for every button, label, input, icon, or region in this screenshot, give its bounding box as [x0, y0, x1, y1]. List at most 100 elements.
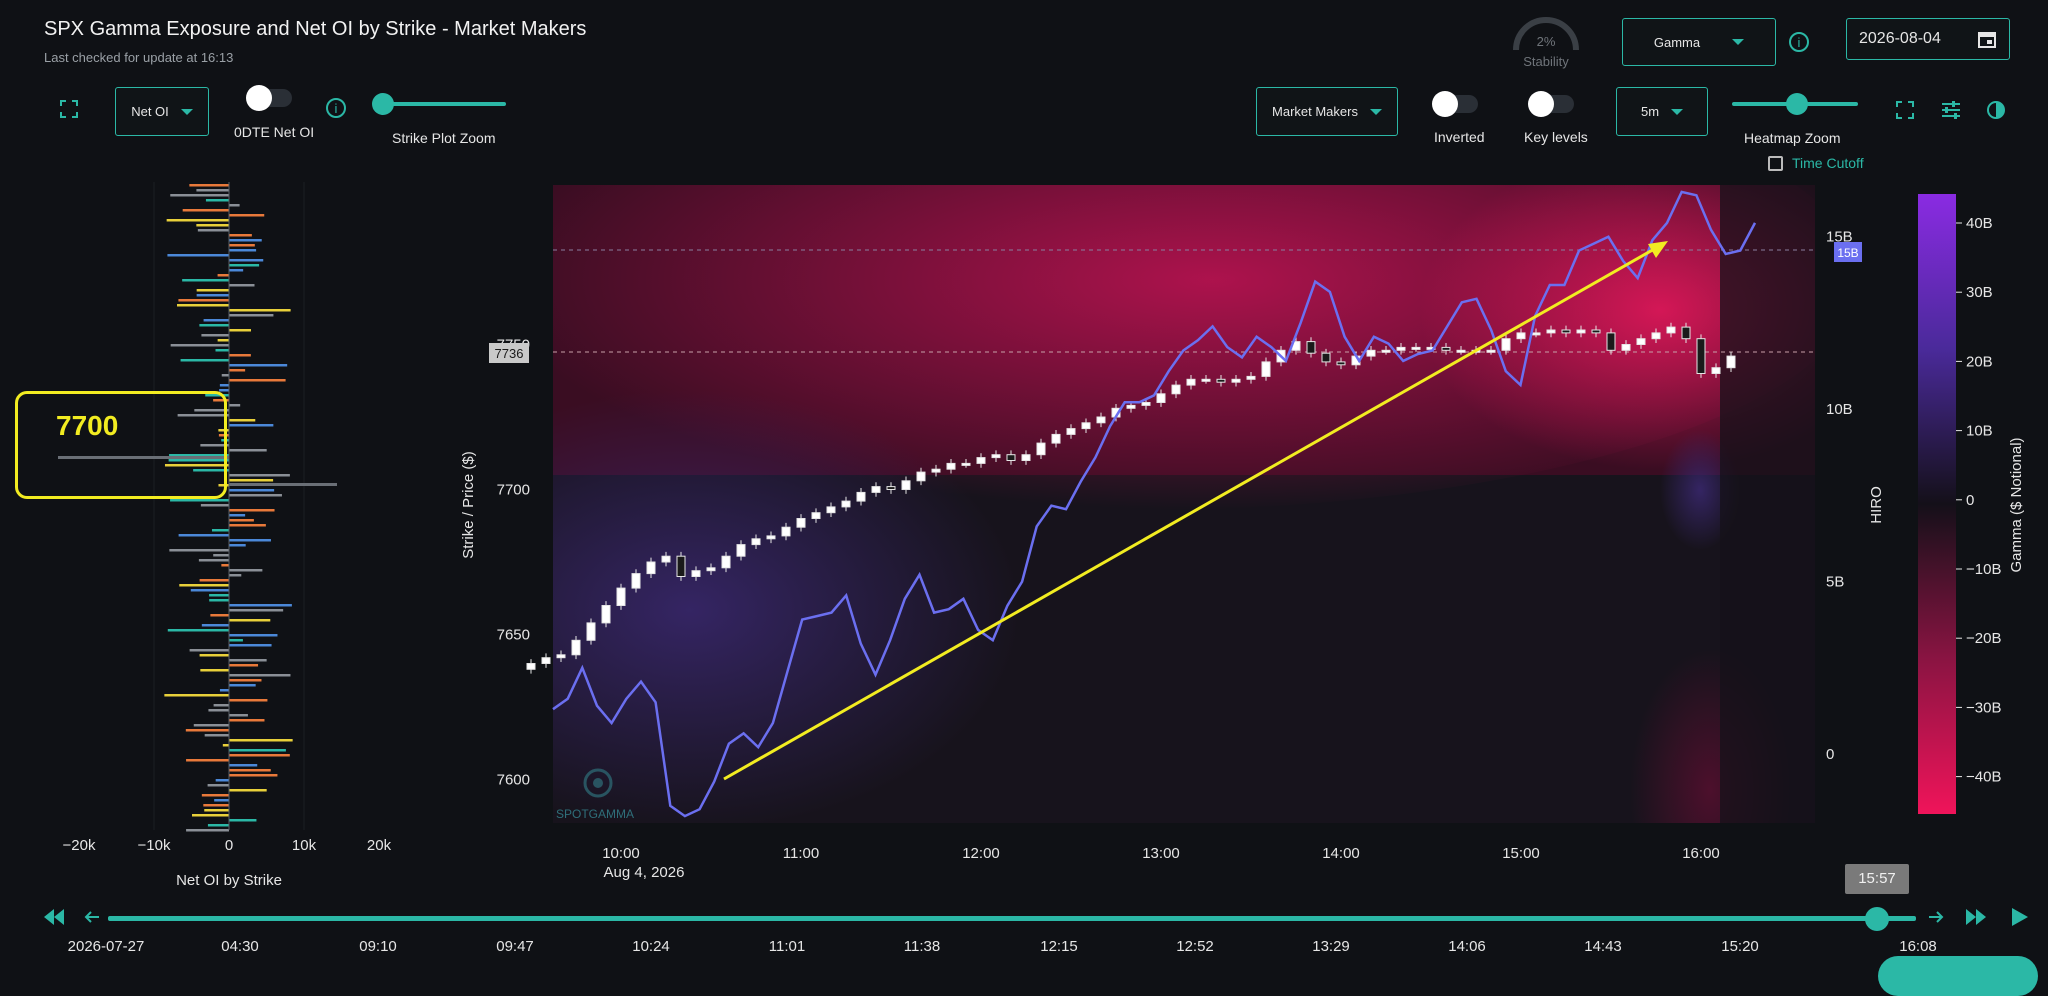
candle-body: [571, 639, 581, 656]
key-levels-toggle[interactable]: [1528, 91, 1574, 117]
candle-body: [1231, 378, 1241, 383]
slider-handle[interactable]: [372, 93, 394, 115]
net-oi-select[interactable]: Net OI: [115, 87, 209, 136]
oi-bar: [229, 674, 291, 677]
oi-bar: [199, 324, 229, 327]
oi-bar: [229, 489, 275, 492]
participant-select[interactable]: Market Makers: [1256, 87, 1398, 136]
oi-bar: [182, 279, 229, 282]
candle-body: [751, 538, 761, 546]
timeline-label: 11:38: [903, 938, 941, 955]
oi-bar: [196, 189, 229, 192]
net-oi-tick-label: −10k: [138, 837, 171, 854]
oi-bar: [229, 494, 282, 497]
candle-body: [1411, 346, 1421, 350]
hiro-tick-label: 10B: [1826, 401, 1853, 418]
date-picker[interactable]: 2026-08-04: [1846, 18, 2010, 60]
candle-body: [766, 535, 776, 540]
hiro-axis-label: HIRO: [1868, 486, 1885, 524]
oi-bar: [229, 424, 274, 427]
slider-handle[interactable]: [1786, 93, 1808, 115]
heatmap-zoom-slider[interactable]: [1732, 92, 1858, 116]
expand-icon[interactable]: [60, 100, 78, 118]
candle-body: [661, 555, 671, 563]
oi-bar: [229, 244, 255, 247]
candle-body: [1201, 378, 1211, 382]
oi-bar-highlight: [229, 483, 337, 486]
candle-body: [1336, 361, 1346, 366]
inverted-toggle[interactable]: [1432, 91, 1478, 117]
chevron-down-icon: [1369, 108, 1382, 115]
watermark-text: SPOTGAMMA: [556, 807, 634, 821]
candle-body: [1591, 329, 1601, 334]
oi-bar: [178, 534, 229, 537]
colorbar-tick-label: 10B: [1966, 423, 1993, 440]
gamma-heatmap-chart: 7750770076507600 Strike / Price ($) 7736…: [460, 185, 1885, 881]
candle-body: [961, 462, 971, 466]
oi-bar: [209, 594, 229, 597]
interval-select[interactable]: 5m: [1616, 87, 1708, 136]
metric-select[interactable]: Gamma: [1622, 18, 1776, 66]
oi-bar: [211, 529, 229, 532]
oi-bar: [229, 514, 246, 517]
timeline[interactable]: 15:57 2026-07-27 04:30 09:10 09:47 10:24 11:0…: [0, 860, 2048, 996]
oi-bar: [229, 569, 263, 572]
candle-body: [1651, 332, 1661, 340]
chat-widget-button[interactable]: [1878, 956, 2038, 996]
candle-body: [721, 555, 731, 569]
candle-body: [1561, 329, 1571, 334]
candle-body: [856, 491, 866, 502]
oi-bar: [229, 404, 241, 407]
candle-body: [916, 471, 926, 482]
oi-bar: [170, 499, 229, 502]
step-forward-icon[interactable]: [1928, 909, 1944, 925]
expand-icon[interactable]: [1896, 101, 1914, 119]
oi-bar: [229, 639, 243, 642]
oi-bar: [229, 329, 252, 332]
oi-bar: [177, 304, 229, 307]
candle-body: [1441, 346, 1451, 351]
oi-bar: [229, 774, 278, 777]
oi-bar: [199, 654, 229, 657]
timeline-track[interactable]: [108, 916, 1916, 921]
stability-label: Stability: [1523, 54, 1569, 69]
oi-bar: [178, 299, 229, 302]
oi-bar: [229, 604, 292, 607]
odte-toggle-label: 0DTE Net OI: [234, 124, 315, 140]
candle-body: [871, 486, 881, 493]
gamma-heatmap: [553, 185, 1815, 823]
oi-bar: [229, 479, 274, 482]
info-icon[interactable]: i: [1788, 31, 1810, 53]
oi-bar: [219, 389, 229, 392]
candle-body: [676, 555, 686, 578]
rewind-icon[interactable]: [44, 909, 64, 925]
candle-body: [1081, 422, 1091, 430]
oi-bar: [215, 779, 229, 782]
oi-bar: [229, 819, 257, 822]
oi-bar: [229, 619, 271, 622]
net-oi-tick-label: 10k: [292, 837, 317, 854]
candle-body: [556, 654, 566, 659]
chevron-down-icon: [180, 108, 193, 115]
candle-body: [1516, 332, 1526, 340]
timeline-handle[interactable]: [1865, 907, 1889, 931]
fast-forward-icon[interactable]: [1966, 909, 1986, 925]
step-back-icon[interactable]: [84, 909, 100, 925]
odte-toggle[interactable]: [246, 85, 292, 111]
colorbar-tick-label: −30B: [1966, 699, 2001, 716]
contrast-icon[interactable]: [1985, 99, 2007, 121]
oi-bar: [229, 659, 267, 662]
net-oi-select-value: Net OI: [131, 104, 169, 119]
strike-zoom-slider[interactable]: [372, 92, 508, 116]
oi-bar: [203, 319, 229, 322]
candle-body: [1171, 384, 1181, 395]
colorbar-tick-label: 40B: [1966, 215, 1993, 232]
play-icon[interactable]: [2012, 908, 2028, 926]
candle-body: [736, 544, 746, 557]
candle-body: [1186, 378, 1196, 386]
time-cutoff-checkbox[interactable]: [1768, 156, 1783, 171]
candle-body: [1726, 355, 1736, 369]
sliders-icon[interactable]: [1940, 99, 1962, 121]
info-icon[interactable]: i: [325, 97, 347, 119]
oi-bar: [229, 769, 271, 772]
